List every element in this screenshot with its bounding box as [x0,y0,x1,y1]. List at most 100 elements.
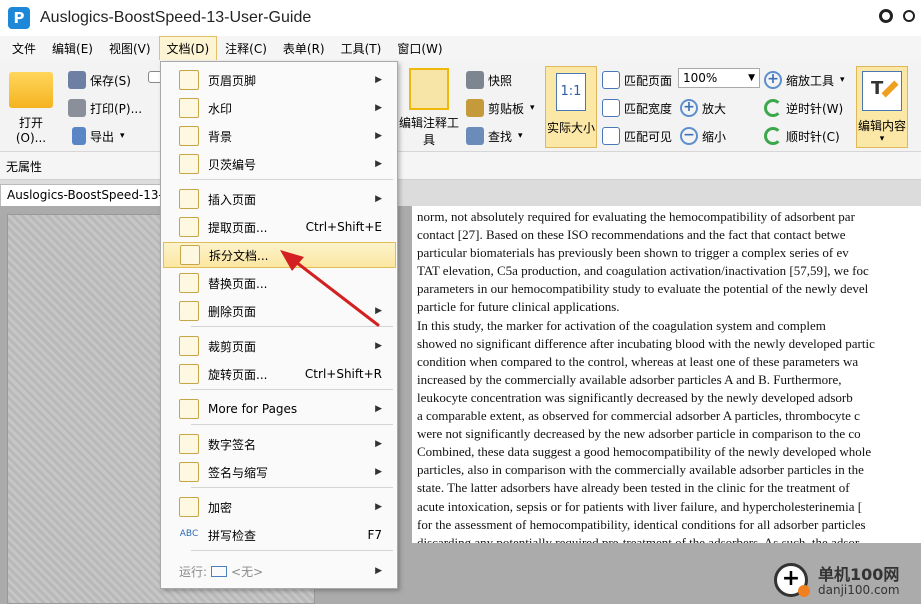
menu-comment[interactable]: 注释(C) [217,36,275,61]
fit-width-icon [602,99,620,117]
zoom-in-label: 放大 [702,101,727,116]
watermark-dot [798,585,810,597]
chevron-right-icon: ▶ [375,159,382,169]
menu-tools[interactable]: 工具(T) [333,36,390,61]
find-button[interactable]: 查找 ▾ [466,127,523,145]
menu-item-background[interactable]: 背景 ▶ [163,123,396,149]
menu-item-rotate-page[interactable]: 旋转页面... Ctrl+Shift+R [163,361,396,387]
menu-view[interactable]: 视图(V) [101,36,159,61]
export-button[interactable]: 导出 ▾ [72,127,125,145]
text-line: for the assessment of hemocompatibility,… [417,516,866,532]
export-icon [72,127,86,145]
rotate-ccw-label: 逆时针(W) [786,101,844,116]
menu-item-label: 贝茨编号 [208,157,257,172]
menu-item-encrypt[interactable]: 加密 ▶ [163,494,396,520]
magnifier-icon: + [764,71,782,89]
text-line: contact [27]. Based on these ISO recomme… [417,227,846,243]
menu-edit[interactable]: 编辑(E) [44,36,101,61]
menu-item-extract-page[interactable]: 提取页面... Ctrl+Shift+E [163,214,396,240]
menu-item-sign-initials[interactable]: 签名与缩写 ▶ [163,459,396,485]
save-button[interactable]: 保存(S) [68,71,131,89]
zoom-value: 100% [683,71,718,85]
rotate-cw-button[interactable]: 顺时针(C) [764,127,840,145]
open-button[interactable]: 打开(O)... [4,72,58,145]
chevron-right-icon: ▶ [375,194,382,204]
extract-page-icon [179,217,199,237]
text-line: leukocyte concentration was significantl… [417,389,853,405]
zoom-tool-button[interactable]: + 缩放工具 ▾ [764,71,845,89]
menu-item-label: 运行: [179,564,208,579]
menu-item-header-footer[interactable]: 页眉页脚 ▶ [163,67,396,93]
fit-visible-button[interactable]: 匹配可见 [602,127,672,145]
replace-page-icon [179,273,199,293]
menu-shortcut: Ctrl+Shift+R [304,367,382,381]
menu-item-crop-page[interactable]: 裁剪页面 ▶ [163,333,396,359]
menu-document[interactable]: 文档(D) [158,35,218,61]
clipboard-button[interactable]: 剪贴板 ▾ [466,99,535,117]
save-label: 保存(S) [90,73,131,88]
open-label: 打开(O)... [15,116,47,145]
menu-item-spell-check[interactable]: ABC 拼写检查 F7 [163,522,396,548]
actual-size-label: 实际大小 [546,121,595,135]
crop-page-icon [179,336,199,356]
menu-item-split-document[interactable]: 拆分文档... [163,242,396,268]
text-line: discarding any potentially required pre-… [417,534,860,543]
menu-item-label: 加密 [208,500,233,515]
menu-item-replace-page[interactable]: 替换页面... [163,270,396,296]
watermark-url: danji100.com [818,583,900,597]
settings-icon[interactable] [879,9,893,23]
menu-item-label: 替换页面... [208,276,268,291]
menu-shortcut: F7 [367,528,382,542]
find-label: 查找 [488,129,513,144]
snapshot-button[interactable]: 快照 [466,71,512,89]
fit-visible-label: 匹配可见 [624,129,673,144]
rotate-ccw-button[interactable]: 逆时针(W) [764,99,843,117]
run-value: <无> [231,564,264,579]
properties-bar: 无属性 [0,152,921,180]
chevron-right-icon: ▶ [375,566,382,576]
text-line: Combined, these data suggest a good hemo… [417,444,872,460]
menu-separator [191,550,393,551]
zoom-out-icon: − [680,127,698,145]
menu-item-watermark[interactable]: 水印 ▶ [163,95,396,121]
menu-item-delete-page[interactable]: 删除页面 ▶ [163,298,396,324]
zoom-out-label: 缩小 [702,129,727,144]
fit-width-button[interactable]: 匹配宽度 [602,99,672,117]
menu-item-bates-number[interactable]: 贝茨编号 ▶ [163,151,396,177]
actual-size-button[interactable]: 1:1 实际大小 [545,66,597,148]
app-logo-icon: P [8,7,30,29]
bates-number-icon [179,154,199,174]
account-icon[interactable] [903,10,915,22]
zoom-out-button[interactable]: − 缩小 [680,127,726,145]
actual-size-icon: 1:1 [556,73,586,111]
insert-page-icon [179,189,199,209]
zoom-in-button[interactable]: + 放大 [680,99,726,117]
menu-separator [191,424,393,425]
zoom-select[interactable]: 100% ▼ [678,68,760,88]
chevron-right-icon: ▶ [375,439,382,449]
menu-form[interactable]: 表单(R) [275,36,333,61]
menu-item-digital-signature[interactable]: 数字签名 ▶ [163,431,396,457]
annotation-tool-button[interactable]: 编辑注释工具 [396,68,462,148]
edit-content-button[interactable]: T 编辑内容 ▾ [856,66,908,148]
document-tab[interactable]: Auslogics-BoostSpeed-13-User-Guide [0,184,165,206]
menu-separator [191,326,393,327]
text-line: acute intoxication, sepsis or for patien… [417,498,863,514]
chevron-right-icon: ▶ [375,131,382,141]
print-button[interactable]: 打印(P)... [68,99,142,117]
document-area[interactable]: norm, not absolutely required for evalua… [0,206,921,604]
watermark-title: 单机100网 [818,565,900,584]
menu-item-label: 签名与缩写 [208,465,269,480]
menu-window[interactable]: 窗口(W) [389,36,450,61]
menu-item-more-pages[interactable]: More for Pages ▶ [163,396,396,422]
chevron-down-icon: ▾ [530,103,535,113]
fit-page-button[interactable]: 匹配页面 [602,71,672,89]
print-label: 打印(P)... [90,101,143,116]
clipboard-label: 剪贴板 [488,101,525,116]
fit-visible-icon [602,127,620,145]
edit-content-icon: T [862,71,902,111]
menu-item-insert-page[interactable]: 插入页面 ▶ [163,186,396,212]
menu-item-label: 旋转页面... [208,367,268,382]
chevron-down-icon: ▾ [518,131,523,141]
menu-file[interactable]: 文件 [4,36,44,61]
